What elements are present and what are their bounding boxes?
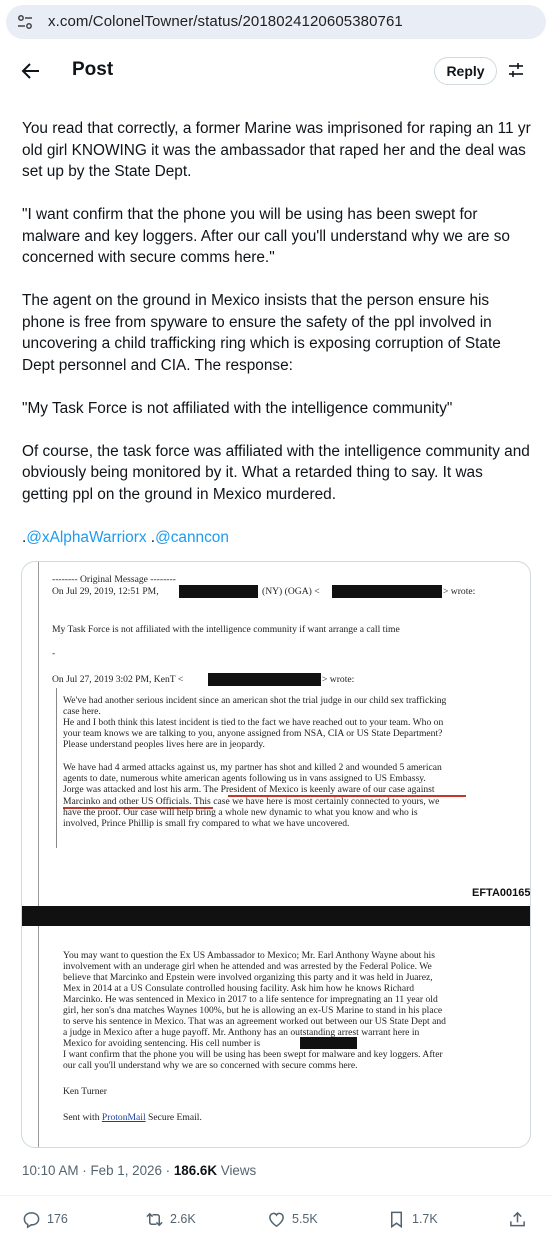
divider xyxy=(0,1195,552,1196)
doc-text: We've had another serious incident since… xyxy=(63,695,447,706)
doc-text: agents to date, numerous white american … xyxy=(63,773,426,784)
doc-text: your team knows we are talking to you, a… xyxy=(63,728,443,739)
doc-text: On Jul 29, 2019, 12:51 PM, xyxy=(52,586,159,597)
doc-text: Mex in 2014 at a US Consulate controlled… xyxy=(63,983,415,994)
filter-settings-icon[interactable] xyxy=(507,61,525,79)
reply-icon xyxy=(23,1211,40,1228)
back-arrow-icon[interactable] xyxy=(20,60,42,82)
post-timestamp[interactable]: 10:10 AM · Feb 1, 2026 · xyxy=(22,1163,174,1178)
like-action[interactable]: 5.5K xyxy=(267,1205,318,1233)
doc-text: > wrote: xyxy=(443,586,476,597)
doc-text: I want confirm that the phone you will b… xyxy=(63,1049,443,1060)
url-text[interactable]: x.com/ColonelTowner/status/2018024120605… xyxy=(48,13,403,30)
post-paragraph: Of course, the task force was affiliated… xyxy=(22,442,530,503)
doc-text: Mexico for avoiding sentencing. His cell… xyxy=(63,1038,261,1049)
bookmark-icon xyxy=(390,1211,403,1228)
mention-link[interactable]: @canncon xyxy=(155,529,229,546)
doc-text: Ken Turner xyxy=(63,1086,107,1097)
share-action[interactable] xyxy=(508,1205,527,1233)
page-break-bar xyxy=(22,906,530,926)
share-icon xyxy=(510,1211,525,1226)
heart-icon xyxy=(269,1212,284,1227)
doc-text: He and I both think this latest incident… xyxy=(63,717,444,728)
views-count: 186.6K xyxy=(173,1163,218,1178)
mentions-line: .@xAlphaWarriorx .@canncon xyxy=(22,528,229,546)
doc-text: involved, Prince Phillip is small fry co… xyxy=(63,818,350,829)
post-paragraph: The agent on the ground in Mexico insist… xyxy=(22,292,501,374)
page-title: Post xyxy=(72,59,114,80)
doc-text: (NY) (OGA) < xyxy=(262,586,320,597)
doc-text: our call you'll understand why we are so… xyxy=(63,1060,358,1071)
post-body: You read that correctly, a former Marine… xyxy=(22,118,532,548)
redaction-block xyxy=(332,585,442,598)
scan-border xyxy=(38,562,39,906)
post-header: Post Reply xyxy=(0,48,552,94)
doc-text: Jorge was attacked and lost his arm. The… xyxy=(63,784,435,795)
doc-text: My Task Force is not affiliated with the… xyxy=(52,624,400,635)
doc-text: believe that Marcinko and Epstein were i… xyxy=(63,972,433,983)
doc-text: have the proof. Our case will help bring… xyxy=(63,807,418,818)
url-pill[interactable]: x.com/ColonelTowner/status/2018024120605… xyxy=(6,5,546,39)
doc-text: Marcinko and other US Officials. This ca… xyxy=(63,796,440,807)
document-id: EFTA00165 xyxy=(472,887,531,899)
action-bar: 176 2.6K 5.5K 1.7K xyxy=(0,1205,552,1233)
doc-text: On Jul 27, 2019 3:02 PM, KenT < xyxy=(52,674,184,685)
doc-text: Please understand peoples lives here are… xyxy=(63,739,265,750)
redaction-block xyxy=(208,673,321,686)
redaction-block xyxy=(300,1037,357,1049)
post-timestamp-views: 10:10 AM · Feb 1, 2026 · 186.6K Views xyxy=(22,1163,257,1178)
reply-button[interactable]: Reply xyxy=(434,57,497,85)
doc-text: You may want to question the Ex US Ambas… xyxy=(63,950,435,961)
doc-text: to serve his sentence in Mexico. That wa… xyxy=(63,1016,446,1027)
post-paragraph: "My Task Force is not affiliated with th… xyxy=(22,399,453,417)
repost-icon xyxy=(146,1212,163,1226)
doc-text: We have had 4 armed attacks against us, … xyxy=(63,762,442,773)
mention-link[interactable]: @xAlphaWarriorx xyxy=(26,529,146,546)
doc-text: > wrote: xyxy=(322,674,355,685)
post-paragraph: You read that correctly, a former Marine… xyxy=(22,120,531,180)
bookmark-action[interactable]: 1.7K xyxy=(387,1205,438,1233)
scan-border xyxy=(38,926,39,1147)
doc-text: a judge in Mexico after a huge payoff. M… xyxy=(63,1027,420,1038)
repost-action[interactable]: 2.6K xyxy=(145,1205,196,1233)
protonmail-link: ProtonMail xyxy=(101,1112,146,1123)
doc-text: Sent with ProtonMail Secure Email. xyxy=(63,1112,202,1123)
redaction-block xyxy=(179,585,258,598)
doc-text: girl, her son's dna matches Waynes 100%,… xyxy=(63,1005,443,1016)
reply-action[interactable]: 176 xyxy=(22,1205,68,1233)
doc-text: involvement with an underage girl when h… xyxy=(63,961,432,972)
quote-bar xyxy=(56,688,57,848)
doc-text: Marcinko. He was sentenced in Mexico in … xyxy=(63,994,438,1005)
document-scan: -------- Original Message -------- On Ju… xyxy=(22,562,531,1147)
post-image[interactable]: -------- Original Message -------- On Ju… xyxy=(21,561,531,1148)
post-paragraph: "I want confirm that the phone you will … xyxy=(22,206,510,266)
doc-text: -------- Original Message -------- xyxy=(52,574,176,585)
site-settings-icon[interactable] xyxy=(16,14,34,30)
browser-address-bar: x.com/ColonelTowner/status/2018024120605… xyxy=(0,0,552,48)
doc-text: case here. xyxy=(63,706,101,717)
doc-text: - xyxy=(52,648,56,659)
